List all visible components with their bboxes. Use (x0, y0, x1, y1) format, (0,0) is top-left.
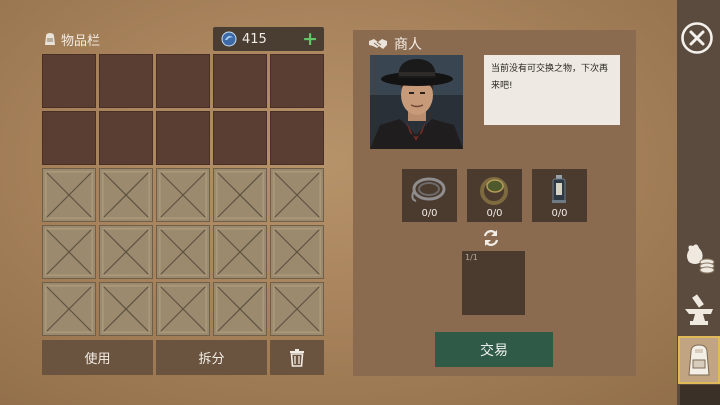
trade-slot-count: 0/0 (551, 208, 568, 219)
locked-slot[interactable] (42, 225, 96, 279)
locked-slot[interactable] (156, 282, 210, 336)
merchant-portrait (370, 55, 463, 149)
merchant-message: 当前没有可交换之物，下次再来吧! (484, 55, 620, 125)
sidebar-item-more[interactable] (680, 385, 720, 405)
locked-cross-icon (216, 285, 264, 333)
inventory-header: 物品栏 (43, 28, 100, 50)
locked-slot[interactable] (156, 168, 210, 222)
locked-cross-icon (102, 285, 150, 333)
backpack-icon (688, 344, 710, 376)
locked-cross-icon (273, 171, 321, 219)
trade-result-slot[interactable]: 1/1 (462, 251, 525, 315)
locked-cross-icon (216, 171, 264, 219)
add-currency-button[interactable]: + (302, 28, 318, 50)
locked-cross-icon (273, 228, 321, 276)
merchant-panel: 商人 当前没有可交换之物，下次再来吧! 0/0 0/0 0/0 1/1 交易 (353, 30, 636, 376)
locked-slot[interactable] (270, 282, 324, 336)
inventory-slot[interactable] (42, 54, 96, 108)
trade-slot-lantern[interactable]: 0/0 (532, 169, 587, 222)
backpack-icon (45, 33, 55, 45)
locked-slot[interactable] (99, 282, 153, 336)
trade-slot-count: 0/0 (486, 208, 503, 219)
result-count: 1/1 (465, 253, 478, 262)
merchant-name: 商人 (394, 37, 422, 53)
locked-slot[interactable] (213, 225, 267, 279)
inventory-slot[interactable] (99, 111, 153, 165)
locked-slot[interactable] (99, 168, 153, 222)
trade-slot-rope[interactable]: 0/0 (402, 169, 457, 222)
coins-pouch-icon (687, 244, 715, 274)
locked-cross-icon (45, 171, 93, 219)
currency-display: 415 + (213, 27, 324, 51)
sidebar-item-trade[interactable] (678, 234, 720, 282)
discard-button[interactable] (270, 340, 324, 375)
locked-cross-icon (159, 285, 207, 333)
currency-amount: 415 (242, 31, 267, 47)
close-icon[interactable] (680, 21, 714, 55)
locked-cross-icon (159, 228, 207, 276)
locked-slot[interactable] (42, 168, 96, 222)
trade-slot-count: 0/0 (421, 208, 438, 219)
locked-slot[interactable] (270, 168, 324, 222)
inventory-grid (42, 54, 326, 336)
locked-slot[interactable] (156, 225, 210, 279)
locked-cross-icon (273, 285, 321, 333)
locked-cross-icon (216, 228, 264, 276)
inventory-slot[interactable] (213, 111, 267, 165)
inventory-slot[interactable] (99, 54, 153, 108)
locked-cross-icon (45, 228, 93, 276)
inventory-slot[interactable] (270, 54, 324, 108)
sidebar-item-forge[interactable] (678, 287, 720, 335)
locked-cross-icon (102, 171, 150, 219)
inventory-slot[interactable] (156, 111, 210, 165)
locked-slot[interactable] (99, 225, 153, 279)
locked-slot[interactable] (42, 282, 96, 336)
inventory-slot[interactable] (156, 54, 210, 108)
sidebar-item-inventory[interactable] (678, 336, 720, 384)
inventory-title: 物品栏 (61, 33, 101, 49)
inventory-slot[interactable] (213, 54, 267, 108)
inventory-slot[interactable] (42, 111, 96, 165)
use-button[interactable]: 使用 (42, 340, 153, 375)
trade-button[interactable]: 交易 (435, 332, 553, 367)
inventory-slot[interactable] (270, 111, 324, 165)
handshake-icon (369, 39, 387, 49)
anvil-icon (685, 294, 713, 325)
inventory-actions: 使用 拆分 (42, 340, 324, 375)
locked-slot[interactable] (213, 168, 267, 222)
locked-cross-icon (159, 171, 207, 219)
split-button[interactable]: 拆分 (156, 340, 267, 375)
locked-cross-icon (45, 285, 93, 333)
locked-slot[interactable] (270, 225, 324, 279)
trade-slot-ring[interactable]: 0/0 (467, 169, 522, 222)
merchant-header: 商人 (368, 34, 422, 54)
locked-slot[interactable] (213, 282, 267, 336)
swap-icon[interactable] (481, 228, 501, 248)
gem-icon (221, 31, 237, 47)
locked-cross-icon (102, 228, 150, 276)
trash-icon (290, 348, 304, 367)
